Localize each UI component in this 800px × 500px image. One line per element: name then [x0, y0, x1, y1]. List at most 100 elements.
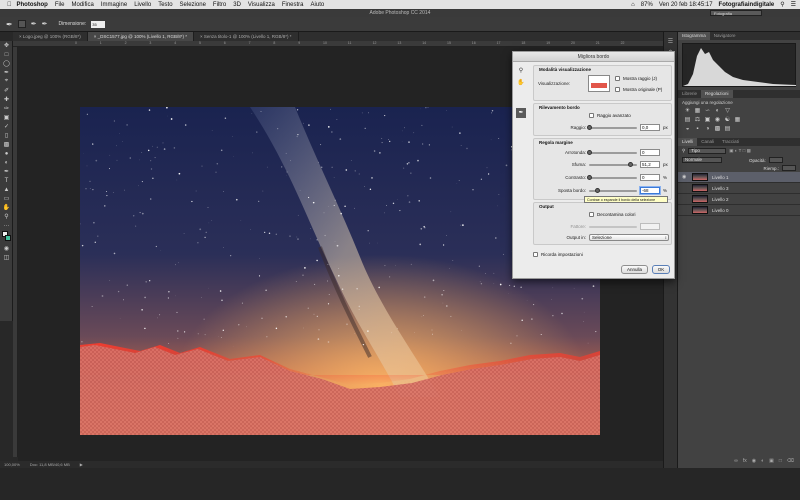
layer-row[interactable]: Livello 2	[678, 194, 800, 205]
feather-value[interactable]: 51,2	[640, 161, 660, 168]
view-preview-picker[interactable]	[588, 75, 610, 92]
exposure-icon[interactable]: ◐	[714, 108, 721, 115]
tab-paths[interactable]: Tracciati	[718, 138, 743, 146]
history-panel-icon[interactable]: ☰	[664, 38, 677, 45]
marquee-tool-icon[interactable]: □	[0, 50, 13, 59]
subtract-icon[interactable]: ✒	[42, 20, 48, 28]
contrast-value[interactable]: 0	[640, 174, 660, 181]
quick-mask-icon[interactable]: ◉	[0, 244, 13, 253]
adjustment-icon[interactable]: ◐	[761, 458, 764, 464]
radius-value[interactable]: 0,0	[640, 124, 660, 131]
screen-mode-icon[interactable]: ◫	[0, 253, 13, 262]
trash-icon[interactable]: ⌫	[787, 458, 794, 464]
move-tool-icon[interactable]: ✥	[0, 41, 13, 50]
tab-channels[interactable]: Canali	[697, 138, 718, 146]
levels-icon[interactable]: ▦	[694, 108, 701, 115]
output-to-select[interactable]: Selezione ↕	[589, 234, 669, 241]
slider-knob[interactable]	[587, 149, 592, 155]
size-value[interactable]: 35	[91, 20, 106, 28]
brush-tool-icon[interactable]: ✒	[6, 20, 13, 29]
healing-tool-icon[interactable]: ✚	[0, 95, 13, 104]
layer-kind-filter[interactable]: Tipo	[688, 148, 727, 154]
menu-file[interactable]: File	[55, 2, 65, 8]
smooth-value[interactable]: 0	[640, 149, 660, 156]
zoom-tool-icon[interactable]: ⚲	[0, 212, 13, 221]
user-name[interactable]: Fotografiaindigitale	[719, 2, 775, 8]
slider-knob[interactable]	[587, 124, 592, 130]
opacity-field[interactable]	[768, 157, 783, 163]
battery-percent[interactable]: 87%	[641, 2, 653, 8]
link-icon[interactable]: ∞	[734, 458, 738, 464]
brush-preset-picker[interactable]	[17, 20, 26, 28]
ok-button[interactable]: OK	[652, 265, 670, 274]
menu-livello[interactable]: Livello	[134, 2, 151, 8]
shift-edge-value[interactable]: -68	[640, 187, 660, 194]
history-brush-tool-icon[interactable]: ✓	[0, 122, 13, 131]
radius-slider[interactable]	[587, 124, 637, 130]
crop-tool-icon[interactable]: ⌖	[0, 77, 13, 86]
status-arrow-icon[interactable]: ▶	[80, 462, 83, 467]
filter-icons[interactable]: ▣ ◐ T □ ▩	[729, 148, 751, 154]
blend-mode-select[interactable]: Normale	[682, 157, 722, 163]
shape-tool-icon[interactable]: ▭	[0, 194, 13, 203]
layer-name[interactable]: Livello 2	[712, 197, 729, 202]
doc-tab[interactable]: × _DSC1577.jpg @ 100% (Livello 1, RGB/8*…	[87, 32, 195, 41]
more-tools-icon[interactable]: ···	[0, 221, 13, 230]
layer-row[interactable]: Livello 3	[678, 183, 800, 194]
lasso-tool-icon[interactable]: ◯	[0, 59, 13, 68]
eraser-tool-icon[interactable]: ▯	[0, 131, 13, 140]
doc-tab[interactable]: × Senza titolo-1 @ 100% (Livello 1, RGB/…	[194, 32, 299, 41]
fill-field[interactable]	[782, 165, 796, 171]
tab-libraries[interactable]: Librerie	[678, 90, 701, 98]
menu-testo[interactable]: Testo	[158, 2, 172, 8]
refine-radius-brush-icon[interactable]: ✒	[516, 108, 526, 118]
menu-list-icon[interactable]: ☰	[791, 1, 796, 8]
shift-edge-slider[interactable]	[589, 187, 637, 193]
layer-name[interactable]: Livello 1	[712, 175, 729, 180]
slider-knob[interactable]	[627, 161, 633, 167]
channel-mixer-icon[interactable]: ☯	[724, 117, 731, 124]
brush-tool-icon[interactable]: ✑	[0, 104, 13, 113]
slider-knob[interactable]	[587, 174, 592, 180]
menu-filtro[interactable]: Filtro	[213, 2, 226, 8]
tab-adjustments[interactable]: Regolazioni	[701, 90, 733, 98]
pen-tool-icon[interactable]: ✒	[0, 167, 13, 176]
menu-immagine[interactable]: Immagine	[101, 2, 127, 8]
vibrance-icon[interactable]: ▽	[724, 108, 731, 115]
zoom-icon[interactable]: ⚲	[516, 66, 526, 76]
wifi-icon[interactable]: ⌂	[631, 2, 635, 8]
gradient-map-icon[interactable]: ▤	[724, 126, 731, 133]
color-swatches[interactable]	[0, 230, 13, 244]
type-tool-icon[interactable]: T	[0, 176, 13, 185]
apple-icon[interactable]: 	[7, 2, 12, 8]
zoom-level[interactable]: 100,00%	[4, 462, 20, 467]
dodge-tool-icon[interactable]: ◐	[0, 158, 13, 167]
mask-icon[interactable]: ◉	[752, 458, 756, 464]
workspace-select[interactable]: Fotografia	[710, 10, 762, 16]
tab-histogram[interactable]: Istogramma	[678, 32, 710, 40]
quick-select-tool-icon[interactable]: ✒	[0, 68, 13, 77]
menu-modifica[interactable]: Modifica	[72, 2, 94, 8]
invert-icon[interactable]: ◒	[684, 126, 691, 133]
layer-row[interactable]: Livello 0	[678, 205, 800, 216]
selective-color-icon[interactable]: ▩	[714, 126, 721, 133]
menu-visualizza[interactable]: Visualizza	[248, 2, 275, 8]
stamp-tool-icon[interactable]: ▣	[0, 113, 13, 122]
tab-layers[interactable]: Livelli	[678, 138, 698, 146]
new-layer-icon[interactable]: □	[779, 458, 782, 464]
feather-slider[interactable]	[589, 161, 637, 167]
folder-icon[interactable]: ▣	[769, 458, 774, 464]
hand-icon[interactable]: ✋	[516, 78, 526, 88]
hue-saturation-icon[interactable]: ▤	[684, 117, 691, 124]
curves-icon[interactable]: ∽	[704, 108, 711, 115]
path-select-tool-icon[interactable]: ▲	[0, 185, 13, 194]
add-to-icon[interactable]: ✒	[31, 20, 37, 28]
menu-app-name[interactable]: Photoshop	[17, 2, 48, 8]
menu-finestra[interactable]: Finestra	[282, 2, 304, 8]
doc-tab[interactable]: × Logo.jpeg @ 100% (RGB/8*)	[13, 32, 88, 41]
color-balance-icon[interactable]: ⚖	[694, 117, 701, 124]
fx-icon[interactable]: fx	[743, 458, 747, 464]
remember-settings-checkbox[interactable]	[533, 252, 538, 257]
menu-selezione[interactable]: Selezione	[180, 2, 206, 8]
show-radius-checkbox[interactable]	[615, 76, 620, 81]
